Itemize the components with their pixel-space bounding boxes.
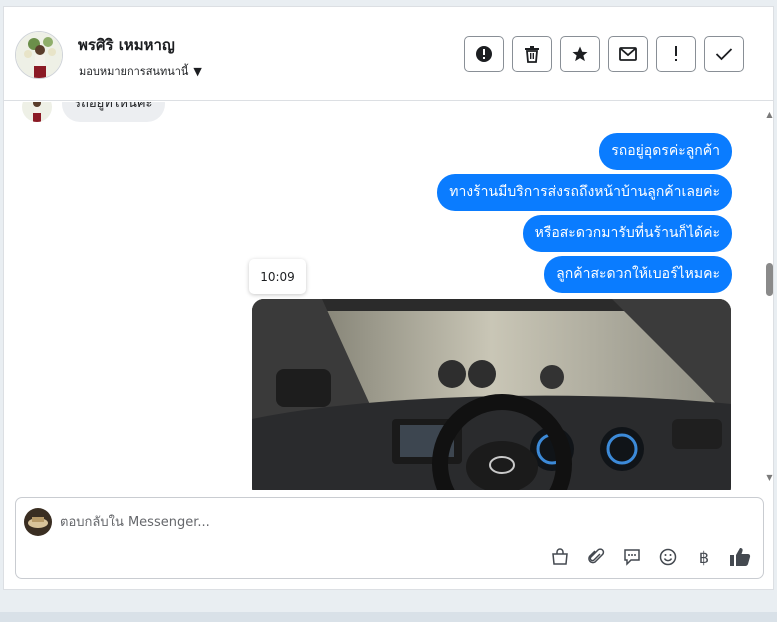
outgoing-message-bubble[interactable]: รถอยู่อุดรค่ะลูกค้า: [599, 133, 732, 170]
saved-reply-icon[interactable]: [619, 544, 645, 570]
star-button[interactable]: [560, 36, 600, 72]
mark-spam-button[interactable]: [464, 36, 504, 72]
thumbs-up-icon[interactable]: [727, 544, 753, 570]
outgoing-message-bubble[interactable]: ลูกค้าสะดวกให้เบอร์ไหมคะ: [544, 256, 732, 293]
exclamation-icon: [675, 46, 677, 61]
emoji-icon[interactable]: [655, 544, 681, 570]
thread-scrollbar[interactable]: ▲ ▼: [764, 102, 775, 490]
outgoing-message-bubble[interactable]: ทางร้านมีบริการส่งรถถึงหน้าบ้านลูกค้าเลย…: [437, 174, 732, 211]
scroll-down-arrow-icon[interactable]: ▼: [765, 473, 774, 482]
message-thread: รถอยู่ที่ไหนคะ รถอยู่อุดรค่ะลูกค้า ทางร้…: [4, 102, 762, 490]
scroll-up-arrow-icon[interactable]: ▲: [765, 110, 774, 119]
star-icon: [572, 46, 588, 62]
mail-icon: [619, 47, 637, 61]
window-bottom-strip: [0, 612, 777, 622]
assign-conversation-dropdown[interactable]: มอบหมายการสนทนานี้ ▼: [79, 62, 202, 80]
message-timestamp: 10:09: [249, 259, 306, 294]
baht-icon[interactable]: ฿: [691, 544, 717, 570]
check-icon: [715, 48, 733, 61]
delete-button[interactable]: [512, 36, 552, 72]
paperclip-icon[interactable]: [583, 544, 609, 570]
contact-message-avatar: [22, 102, 52, 122]
alert-circle-icon: [476, 46, 492, 62]
assign-conversation-label: มอบหมายการสนทนานี้: [79, 65, 189, 78]
page-avatar: [24, 508, 52, 536]
outgoing-message-group: รถอยู่อุดรค่ะลูกค้า ทางร้านมีบริการส่งรถ…: [437, 133, 732, 293]
car-interior-photo: [252, 299, 731, 490]
outgoing-message-bubble[interactable]: หรือสะดวกมารับที่นร้านก็ได้ค่ะ: [522, 215, 732, 252]
composer-toolbar: ฿: [547, 544, 753, 570]
contact-name[interactable]: พรศิริ เหมหาญ: [78, 33, 175, 57]
header-actions: [464, 36, 744, 72]
scrollbar-thumb[interactable]: [766, 263, 773, 296]
incoming-message-bubble: รถอยู่ที่ไหนคะ: [62, 102, 165, 122]
message-composer: ฿: [15, 497, 764, 579]
mark-done-button[interactable]: [704, 36, 744, 72]
conversation-header: พรศิริ เหมหาญ มอบหมายการสนทนานี้ ▼: [4, 7, 773, 101]
conversation-panel: พรศิริ เหมหาญ มอบหมายการสนทนานี้ ▼ รถอยู…: [3, 6, 774, 590]
image-attachment[interactable]: [252, 299, 731, 490]
mark-unread-button[interactable]: [608, 36, 648, 72]
follow-up-button[interactable]: [656, 36, 696, 72]
caret-down-icon: ▼: [193, 64, 202, 78]
reply-input[interactable]: [60, 508, 560, 536]
shopping-bag-icon[interactable]: [547, 544, 573, 570]
contact-avatar[interactable]: [15, 31, 63, 79]
trash-icon: [525, 45, 539, 63]
